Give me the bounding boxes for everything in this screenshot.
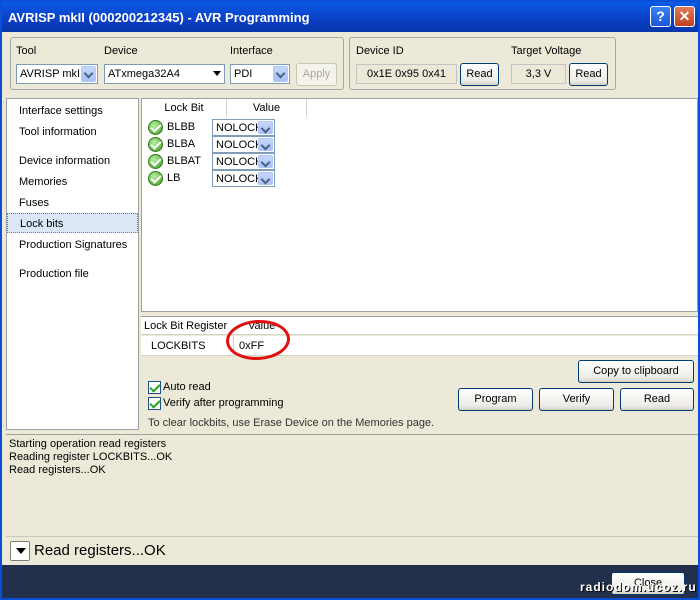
lock-bits-panel: Lock Bit Value BLBB NOLOCK BLBA NOLOCK B… <box>141 98 698 312</box>
check-ok-icon <box>148 154 163 169</box>
target-voltage-label: Target Voltage <box>511 45 582 57</box>
lock-bit-value-select[interactable]: NOLOCK <box>212 153 275 170</box>
device-id-field: 0x1E 0x95 0x41 <box>356 64 457 84</box>
log-line: Read registers...OK <box>9 464 106 476</box>
lock-bit-value-select[interactable]: NOLOCK <box>212 170 275 187</box>
lock-bit-name: BLBA <box>167 138 196 150</box>
lock-bit-value: NOLOCK <box>216 122 263 134</box>
lock-bit-value-select[interactable]: NOLOCK <box>212 119 275 136</box>
sidebar-item-fuses[interactable]: Fuses <box>7 193 138 213</box>
sidebar-item-production-file[interactable]: Production file <box>7 264 138 284</box>
chevron-down-icon <box>273 66 288 82</box>
lock-bit-row: LB NOLOCK <box>148 170 298 187</box>
window-close-button[interactable]: ✕ <box>674 6 695 27</box>
expand-log-toggle-icon[interactable] <box>10 541 30 561</box>
check-ok-icon <box>148 171 163 186</box>
caret-down-icon <box>208 66 223 82</box>
verify-button[interactable]: Verify <box>539 388 614 411</box>
help-button[interactable]: ? <box>650 6 671 27</box>
lock-bit-value: NOLOCK <box>216 139 263 151</box>
title-bar[interactable]: AVRISP mkII (000200212345) - AVR Program… <box>2 2 698 32</box>
lock-bit-name: LB <box>167 172 181 184</box>
device-select[interactable]: ATxmega32A4 <box>104 64 225 84</box>
sidebar-item-device-information[interactable]: Device information <box>7 151 138 171</box>
sidebar-item-interface-settings[interactable]: Interface settings <box>7 101 138 121</box>
lock-bit-register-panel: Lock Bit Register Value LOCKBITS 0xFF Co… <box>141 316 698 433</box>
apply-button[interactable]: Apply <box>296 63 337 86</box>
column-header-value[interactable]: Value <box>227 99 307 117</box>
chevron-down-icon <box>258 121 273 134</box>
lock-bit-value: NOLOCK <box>216 156 263 168</box>
sidebar: Interface settings Tool information Devi… <box>6 98 139 430</box>
interface-select[interactable]: PDI <box>230 64 290 84</box>
copy-to-clipboard-button[interactable]: Copy to clipboard <box>578 360 694 383</box>
lock-bit-row: BLBA NOLOCK <box>148 136 298 153</box>
auto-read-label: Auto read <box>163 381 211 393</box>
chevron-down-icon <box>258 172 273 185</box>
program-button[interactable]: Program <box>458 388 533 411</box>
log-line: Starting operation read registers <box>9 438 167 450</box>
lock-bit-value: NOLOCK <box>216 173 263 185</box>
tool-label: Tool <box>16 45 37 57</box>
sidebar-item-production-signatures[interactable]: Production Signatures <box>7 235 138 255</box>
register-row: LOCKBITS 0xFF <box>141 336 698 356</box>
sidebar-item-tool-information[interactable]: Tool information <box>7 122 138 142</box>
avr-programming-window: AVRISP mkII (000200212345) - AVR Program… <box>0 0 700 600</box>
log-line: Reading register LOCKBITS...OK <box>9 451 173 463</box>
read-voltage-button[interactable]: Read <box>569 63 608 86</box>
check-ok-icon <box>148 137 163 152</box>
status-text: Read registers...OK <box>34 542 166 559</box>
sidebar-item-lock-bits[interactable]: Lock bits <box>7 213 138 233</box>
read-device-id-button[interactable]: Read <box>460 63 499 86</box>
verify-after-programming-checkbox[interactable] <box>148 397 161 410</box>
status-bar: Read registers...OK <box>6 536 698 564</box>
lock-bit-value-select[interactable]: NOLOCK <box>212 136 275 153</box>
chevron-down-icon <box>258 155 273 168</box>
lock-bit-row: BLBAT NOLOCK <box>148 153 298 170</box>
tool-select[interactable]: AVRISP mkII <box>16 64 98 84</box>
watermark-text: radiodom.ucoz.ru <box>580 580 697 594</box>
device-id-voltage-group: Device ID 0x1E 0x95 0x41 Read Target Vol… <box>349 37 616 90</box>
verify-after-programming-label: Verify after programming <box>163 397 284 409</box>
device-id-label: Device ID <box>356 45 404 57</box>
column-header-lock-bit[interactable]: Lock Bit <box>142 99 227 117</box>
check-ok-icon <box>148 120 163 135</box>
target-voltage-field: 3,3 V <box>511 64 566 84</box>
lock-bit-name: BLBB <box>167 121 196 133</box>
output-log[interactable]: Starting operation read registers Readin… <box>6 434 698 534</box>
device-select-value: ATxmega32A4 <box>108 68 180 80</box>
sidebar-item-memories[interactable]: Memories <box>7 172 138 192</box>
tool-select-value: AVRISP mkII <box>20 68 84 80</box>
column-header-register[interactable]: Lock Bit Register <box>144 320 227 332</box>
lock-bit-row: BLBB NOLOCK <box>148 119 298 136</box>
read-button[interactable]: Read <box>620 388 694 411</box>
auto-read-checkbox[interactable] <box>148 381 161 394</box>
register-name: LOCKBITS <box>151 340 206 352</box>
window-title: AVRISP mkII (000200212345) - AVR Program… <box>8 10 310 25</box>
hint-text: To clear lockbits, use Erase Device on t… <box>148 417 435 429</box>
tool-device-interface-group: Tool AVRISP mkII Device ATxmega32A4 Inte… <box>10 37 344 90</box>
chevron-down-icon <box>81 66 96 82</box>
interface-select-value: PDI <box>234 68 253 80</box>
chevron-down-icon <box>258 138 273 151</box>
interface-label: Interface <box>230 45 273 57</box>
lock-bit-name: BLBAT <box>167 155 202 167</box>
device-label: Device <box>104 45 138 57</box>
register-table-header: Lock Bit Register Value <box>141 317 698 335</box>
